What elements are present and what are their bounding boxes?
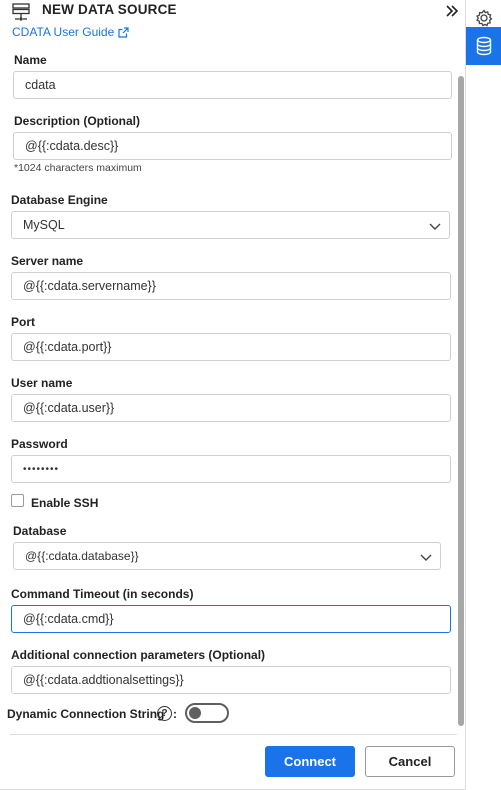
chevron-down-icon: [429, 223, 441, 230]
port-input[interactable]: [11, 333, 451, 361]
page-title: NEW DATA SOURCE: [42, 2, 177, 17]
data-source-panel: NEW DATA SOURCE CDATA User Guide Name De…: [0, 0, 465, 790]
footer-divider: [10, 734, 457, 735]
dynamic-connection-colon: :: [173, 707, 177, 721]
help-icon[interactable]: ?: [157, 706, 172, 721]
database-icon: [476, 36, 492, 56]
enable-ssh-label: Enable SSH: [31, 496, 99, 510]
database-engine-value: MySQL: [23, 218, 65, 232]
name-label: Name: [14, 53, 47, 67]
user-name-input[interactable]: [11, 394, 451, 422]
password-input[interactable]: [11, 455, 451, 483]
collapse-panel-icon[interactable]: [443, 2, 461, 20]
dynamic-connection-label: Dynamic Connection String: [7, 707, 165, 721]
user-name-label: User name: [11, 376, 73, 390]
server-name-input[interactable]: [11, 272, 451, 300]
dynamic-connection-toggle[interactable]: [185, 703, 229, 723]
database-engine-select[interactable]: MySQL: [11, 211, 450, 239]
panel-scrollbar[interactable]: [458, 76, 464, 726]
name-input[interactable]: [13, 71, 452, 99]
user-guide-link[interactable]: CDATA User Guide: [12, 25, 129, 39]
database-value: @{{:cdata.database}}: [25, 549, 139, 563]
description-input[interactable]: [13, 132, 452, 160]
data-source-icon: [11, 2, 31, 22]
new-data-source-page: NEW DATA SOURCE CDATA User Guide Name De…: [0, 0, 501, 790]
panel-header: NEW DATA SOURCE: [0, 0, 465, 24]
port-label: Port: [11, 315, 35, 329]
connect-button[interactable]: Connect: [265, 746, 355, 777]
data-source-rail-button[interactable]: [466, 27, 501, 65]
password-label: Password: [11, 437, 68, 451]
description-label: Description (Optional): [14, 114, 140, 128]
command-timeout-label: Command Timeout (in seconds): [11, 587, 194, 601]
additional-params-input[interactable]: [11, 666, 451, 694]
toggle-knob: [189, 707, 201, 719]
user-guide-label: CDATA User Guide: [12, 25, 115, 39]
database-label: Database: [13, 524, 67, 538]
enable-ssh-checkbox[interactable]: [11, 494, 24, 507]
gear-icon: [476, 9, 493, 27]
description-hint: *1024 characters maximum: [14, 162, 142, 174]
chevron-down-icon: [420, 554, 432, 561]
additional-params-label: Additional connection parameters (Option…: [11, 648, 266, 662]
command-timeout-input[interactable]: [11, 605, 451, 633]
server-name-label: Server name: [11, 254, 84, 268]
external-link-icon: [118, 26, 129, 38]
database-select[interactable]: @{{:cdata.database}}: [13, 542, 441, 570]
right-rail: [465, 0, 501, 790]
database-engine-label: Database Engine: [11, 193, 108, 207]
cancel-button[interactable]: Cancel: [365, 746, 455, 777]
